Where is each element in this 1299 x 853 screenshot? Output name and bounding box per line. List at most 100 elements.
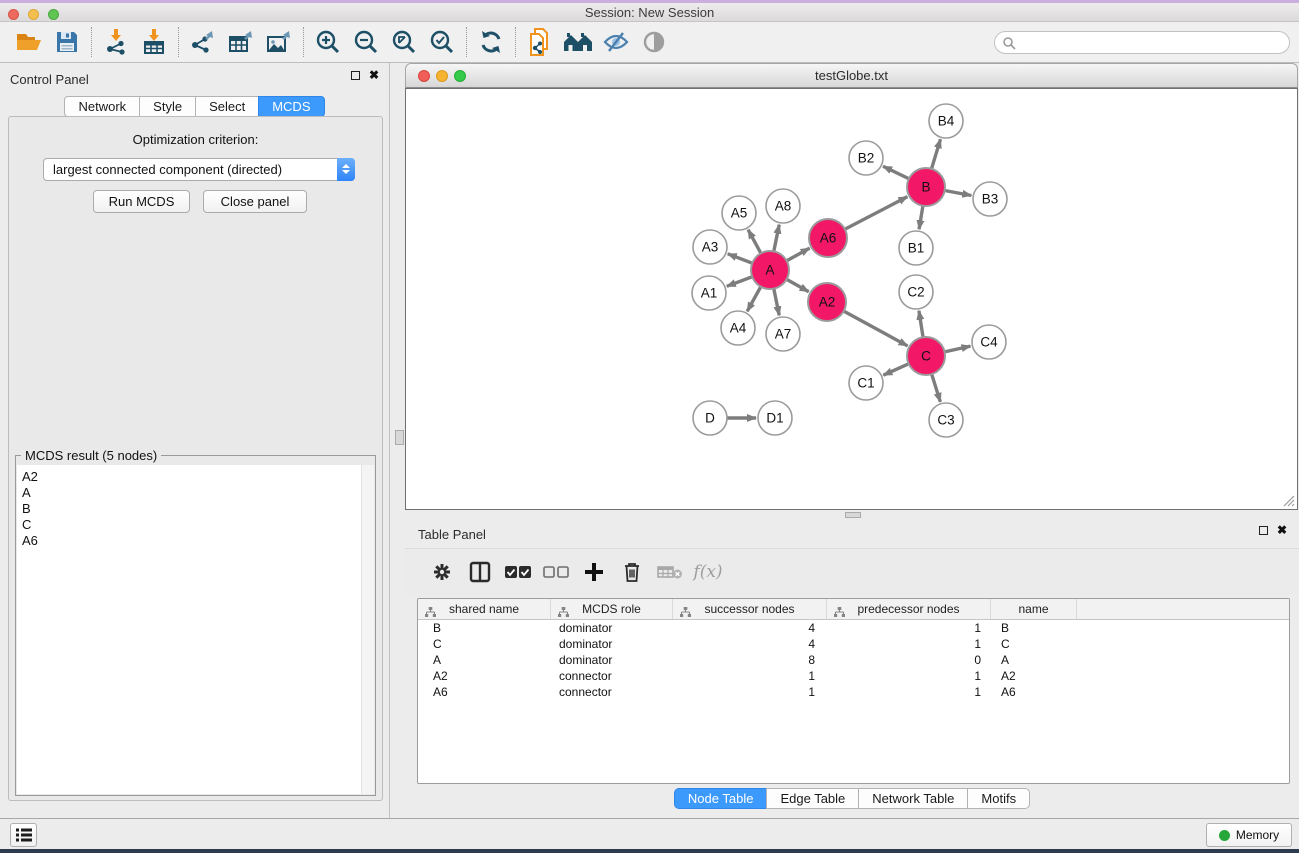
export-table-icon[interactable] xyxy=(222,25,260,59)
table-cell[interactable]: 1 xyxy=(827,684,991,700)
node-A6[interactable]: A6 xyxy=(809,219,847,257)
zoom-out-icon[interactable] xyxy=(347,25,385,59)
export-image-icon[interactable] xyxy=(260,25,298,59)
select-all-icon[interactable] xyxy=(499,554,537,590)
table-cell[interactable]: 1 xyxy=(827,636,991,652)
table-cell[interactable]: C xyxy=(418,636,551,652)
first-neighbors-icon[interactable] xyxy=(559,25,597,59)
export-network-icon[interactable] xyxy=(184,25,222,59)
table-row[interactable]: Bdominator41B xyxy=(418,620,1289,636)
search-field[interactable] xyxy=(994,31,1290,54)
zoom-fit-icon[interactable] xyxy=(385,25,423,59)
tab-mcds[interactable]: MCDS xyxy=(258,96,324,117)
table-cell[interactable]: C xyxy=(991,636,1077,652)
node-C[interactable]: C xyxy=(907,337,945,375)
node-A5[interactable]: A5 xyxy=(722,196,756,230)
close-network-button[interactable] xyxy=(418,70,430,82)
table-cell[interactable]: dominator xyxy=(551,620,673,636)
node-A2[interactable]: A2 xyxy=(808,283,846,321)
hide-selected-icon[interactable] xyxy=(597,25,635,59)
table-cell[interactable]: connector xyxy=(551,668,673,684)
vertical-splitter-grip[interactable] xyxy=(395,430,404,445)
table-row[interactable]: Cdominator41C xyxy=(418,636,1289,652)
apply-layout-icon[interactable] xyxy=(472,25,510,59)
table-row[interactable]: Adominator80A xyxy=(418,652,1289,668)
node-A8[interactable]: A8 xyxy=(766,189,800,223)
zoom-window-button[interactable] xyxy=(48,9,59,20)
tab-style[interactable]: Style xyxy=(139,96,196,117)
table-tab-edge-table[interactable]: Edge Table xyxy=(766,788,859,809)
optimization-criterion-select[interactable]: largest connected component (directed) xyxy=(43,158,355,181)
float-panel-icon[interactable] xyxy=(351,71,360,80)
table-cell[interactable]: B xyxy=(991,620,1077,636)
import-table-icon[interactable] xyxy=(135,25,173,59)
delete-table-icon[interactable] xyxy=(651,554,689,590)
node-A4[interactable]: A4 xyxy=(721,311,755,345)
table-cell[interactable]: A xyxy=(991,652,1077,668)
node-A[interactable]: A xyxy=(751,251,789,289)
zoom-selected-icon[interactable] xyxy=(423,25,461,59)
table-cell[interactable]: A2 xyxy=(418,668,551,684)
node-D[interactable]: D xyxy=(693,401,727,435)
delete-column-icon[interactable] xyxy=(613,554,651,590)
close-panel-icon[interactable]: ✖ xyxy=(369,71,379,80)
column-header-shared-name[interactable]: shared name xyxy=(418,599,551,619)
table-tab-motifs[interactable]: Motifs xyxy=(967,788,1030,809)
mcds-result-item[interactable]: A xyxy=(22,485,374,501)
save-session-icon[interactable] xyxy=(48,25,86,59)
open-session-icon[interactable] xyxy=(10,25,48,59)
zoom-in-icon[interactable] xyxy=(309,25,347,59)
column-header-predecessor-nodes[interactable]: predecessor nodes xyxy=(827,599,991,619)
new-network-from-selection-icon[interactable] xyxy=(521,25,559,59)
mcds-result-item[interactable]: A2 xyxy=(22,469,374,485)
node-B[interactable]: B xyxy=(907,168,945,206)
node-B4[interactable]: B4 xyxy=(929,104,963,138)
memory-button[interactable]: Memory xyxy=(1206,823,1292,847)
create-column-icon[interactable] xyxy=(575,554,613,590)
zoom-network-button[interactable] xyxy=(454,70,466,82)
function-builder-icon[interactable]: f(x) xyxy=(689,554,727,590)
mcds-result-item[interactable]: A6 xyxy=(22,533,374,549)
float-table-panel-icon[interactable] xyxy=(1259,526,1268,535)
table-cell[interactable]: dominator xyxy=(551,636,673,652)
table-row[interactable]: A2connector11A2 xyxy=(418,668,1289,684)
node-B1[interactable]: B1 xyxy=(899,231,933,265)
deselect-all-icon[interactable] xyxy=(537,554,575,590)
network-canvas[interactable]: AA1A2A3A4A5A6A7A8BB1B2B3B4CC1C2C3C4DD1 xyxy=(405,88,1298,510)
network-window-titlebar[interactable]: testGlobe.txt xyxy=(405,63,1298,88)
node-D1[interactable]: D1 xyxy=(758,401,792,435)
table-tab-network-table[interactable]: Network Table xyxy=(858,788,968,809)
node-C1[interactable]: C1 xyxy=(849,366,883,400)
search-input[interactable] xyxy=(1016,34,1289,52)
table-cell[interactable]: A2 xyxy=(991,668,1077,684)
close-window-button[interactable] xyxy=(8,9,19,20)
show-column-icon[interactable] xyxy=(461,554,499,590)
mcds-result-item[interactable]: C xyxy=(22,517,374,533)
tab-select[interactable]: Select xyxy=(195,96,259,117)
table-cell[interactable]: A6 xyxy=(991,684,1077,700)
network-graph[interactable]: AA1A2A3A4A5A6A7A8BB1B2B3B4CC1C2C3C4DD1 xyxy=(406,89,1297,509)
close-table-panel-icon[interactable]: ✖ xyxy=(1277,526,1287,535)
node-A7[interactable]: A7 xyxy=(766,317,800,351)
table-cell[interactable]: 4 xyxy=(673,636,827,652)
tab-network[interactable]: Network xyxy=(64,96,140,117)
table-cell[interactable]: B xyxy=(418,620,551,636)
node-B3[interactable]: B3 xyxy=(973,182,1007,216)
mcds-list-scrollbar[interactable] xyxy=(361,465,374,794)
table-cell[interactable]: 1 xyxy=(827,668,991,684)
import-network-icon[interactable] xyxy=(97,25,135,59)
table-cell[interactable]: A6 xyxy=(418,684,551,700)
table-cell[interactable]: A xyxy=(418,652,551,668)
resize-grip-icon[interactable] xyxy=(1281,493,1295,507)
minimize-window-button[interactable] xyxy=(28,9,39,20)
table-options-icon[interactable] xyxy=(423,554,461,590)
column-header-successor-nodes[interactable]: successor nodes xyxy=(673,599,827,619)
close-panel-button[interactable]: Close panel xyxy=(203,190,307,213)
table-cell[interactable]: connector xyxy=(551,684,673,700)
show-all-icon[interactable] xyxy=(635,25,673,59)
table-cell[interactable]: 0 xyxy=(827,652,991,668)
mcds-result-list[interactable]: A2ABCA6 xyxy=(17,465,374,794)
node-A3[interactable]: A3 xyxy=(693,230,727,264)
node-C4[interactable]: C4 xyxy=(972,325,1006,359)
table-cell[interactable]: 4 xyxy=(673,620,827,636)
